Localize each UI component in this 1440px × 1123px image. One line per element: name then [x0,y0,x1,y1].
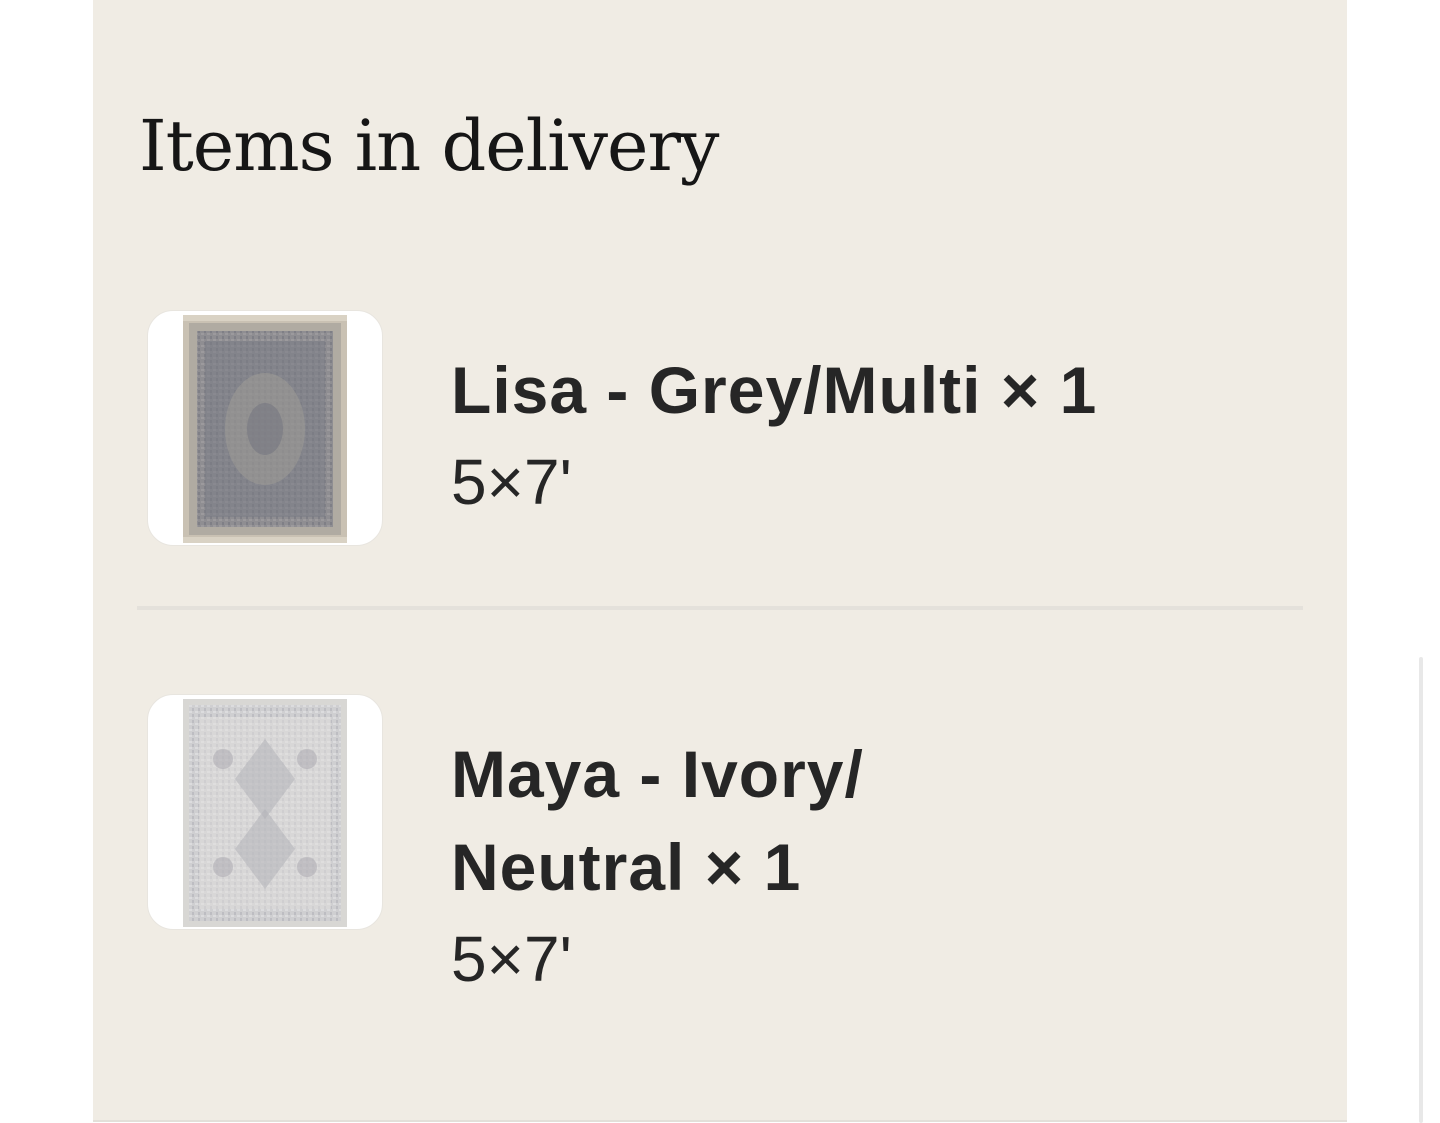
product-thumbnail[interactable] [147,310,383,546]
item-divider [137,606,1303,610]
item-size: 5×7' [451,446,572,518]
item-size: 5×7' [451,923,572,995]
delivery-items-panel: Items in delivery Lisa - Grey/Multi × 1 … [93,0,1347,1122]
item-details: Lisa - Grey/Multi × 1 5×7' [451,344,1271,527]
product-thumbnail[interactable] [147,694,383,930]
item-name: Lisa - Grey/Multi × 1 [451,353,1098,427]
section-title: Items in delivery [139,105,719,187]
rug-image [183,315,347,543]
scrollbar[interactable] [1419,657,1423,1123]
item-details: Maya - Ivory/ Neutral × 1 5×7' [451,728,1271,1004]
item-name: Maya - Ivory/ Neutral × 1 [451,737,864,904]
rug-image [183,699,347,927]
